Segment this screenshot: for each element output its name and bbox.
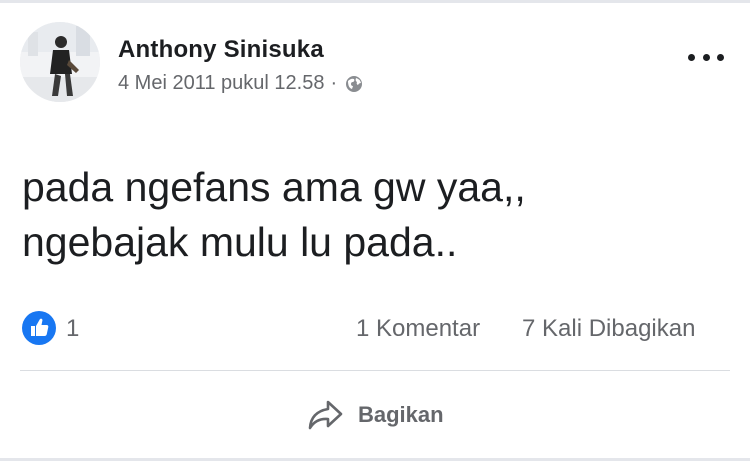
author-name[interactable]: Anthony Sinisuka bbox=[118, 36, 324, 64]
post-text: pada ngefans ama gw yaa,, ngebajak mulu … bbox=[22, 160, 526, 270]
like-count[interactable]: 1 bbox=[66, 315, 79, 343]
share-arrow-icon bbox=[308, 400, 343, 430]
meta-separator: · bbox=[330, 72, 338, 94]
share-label: Bagikan bbox=[358, 402, 444, 427]
post-text-line: ngebajak mulu lu pada.. bbox=[22, 219, 458, 265]
globe-icon[interactable] bbox=[345, 75, 363, 93]
dot-icon bbox=[688, 53, 695, 61]
avatar[interactable] bbox=[20, 22, 100, 102]
more-options-button[interactable] bbox=[688, 48, 724, 66]
comment-count[interactable]: 1 Komentar bbox=[356, 315, 480, 343]
dot-icon bbox=[717, 53, 724, 61]
share-button[interactable]: Bagikan bbox=[306, 392, 444, 438]
post-meta: 4 Mei 2011 pukul 12.58 · bbox=[118, 72, 363, 95]
divider bbox=[20, 370, 730, 371]
dot-icon bbox=[702, 53, 710, 61]
share-count[interactable]: 7 Kali Dibagikan bbox=[522, 315, 695, 343]
post-text-line: pada ngefans ama gw yaa,, bbox=[22, 164, 526, 210]
like-icon[interactable] bbox=[22, 311, 56, 345]
top-border bbox=[0, 0, 750, 3]
avatar-photo bbox=[20, 22, 100, 102]
post-timestamp[interactable]: 4 Mei 2011 pukul 12.58 bbox=[118, 72, 324, 95]
